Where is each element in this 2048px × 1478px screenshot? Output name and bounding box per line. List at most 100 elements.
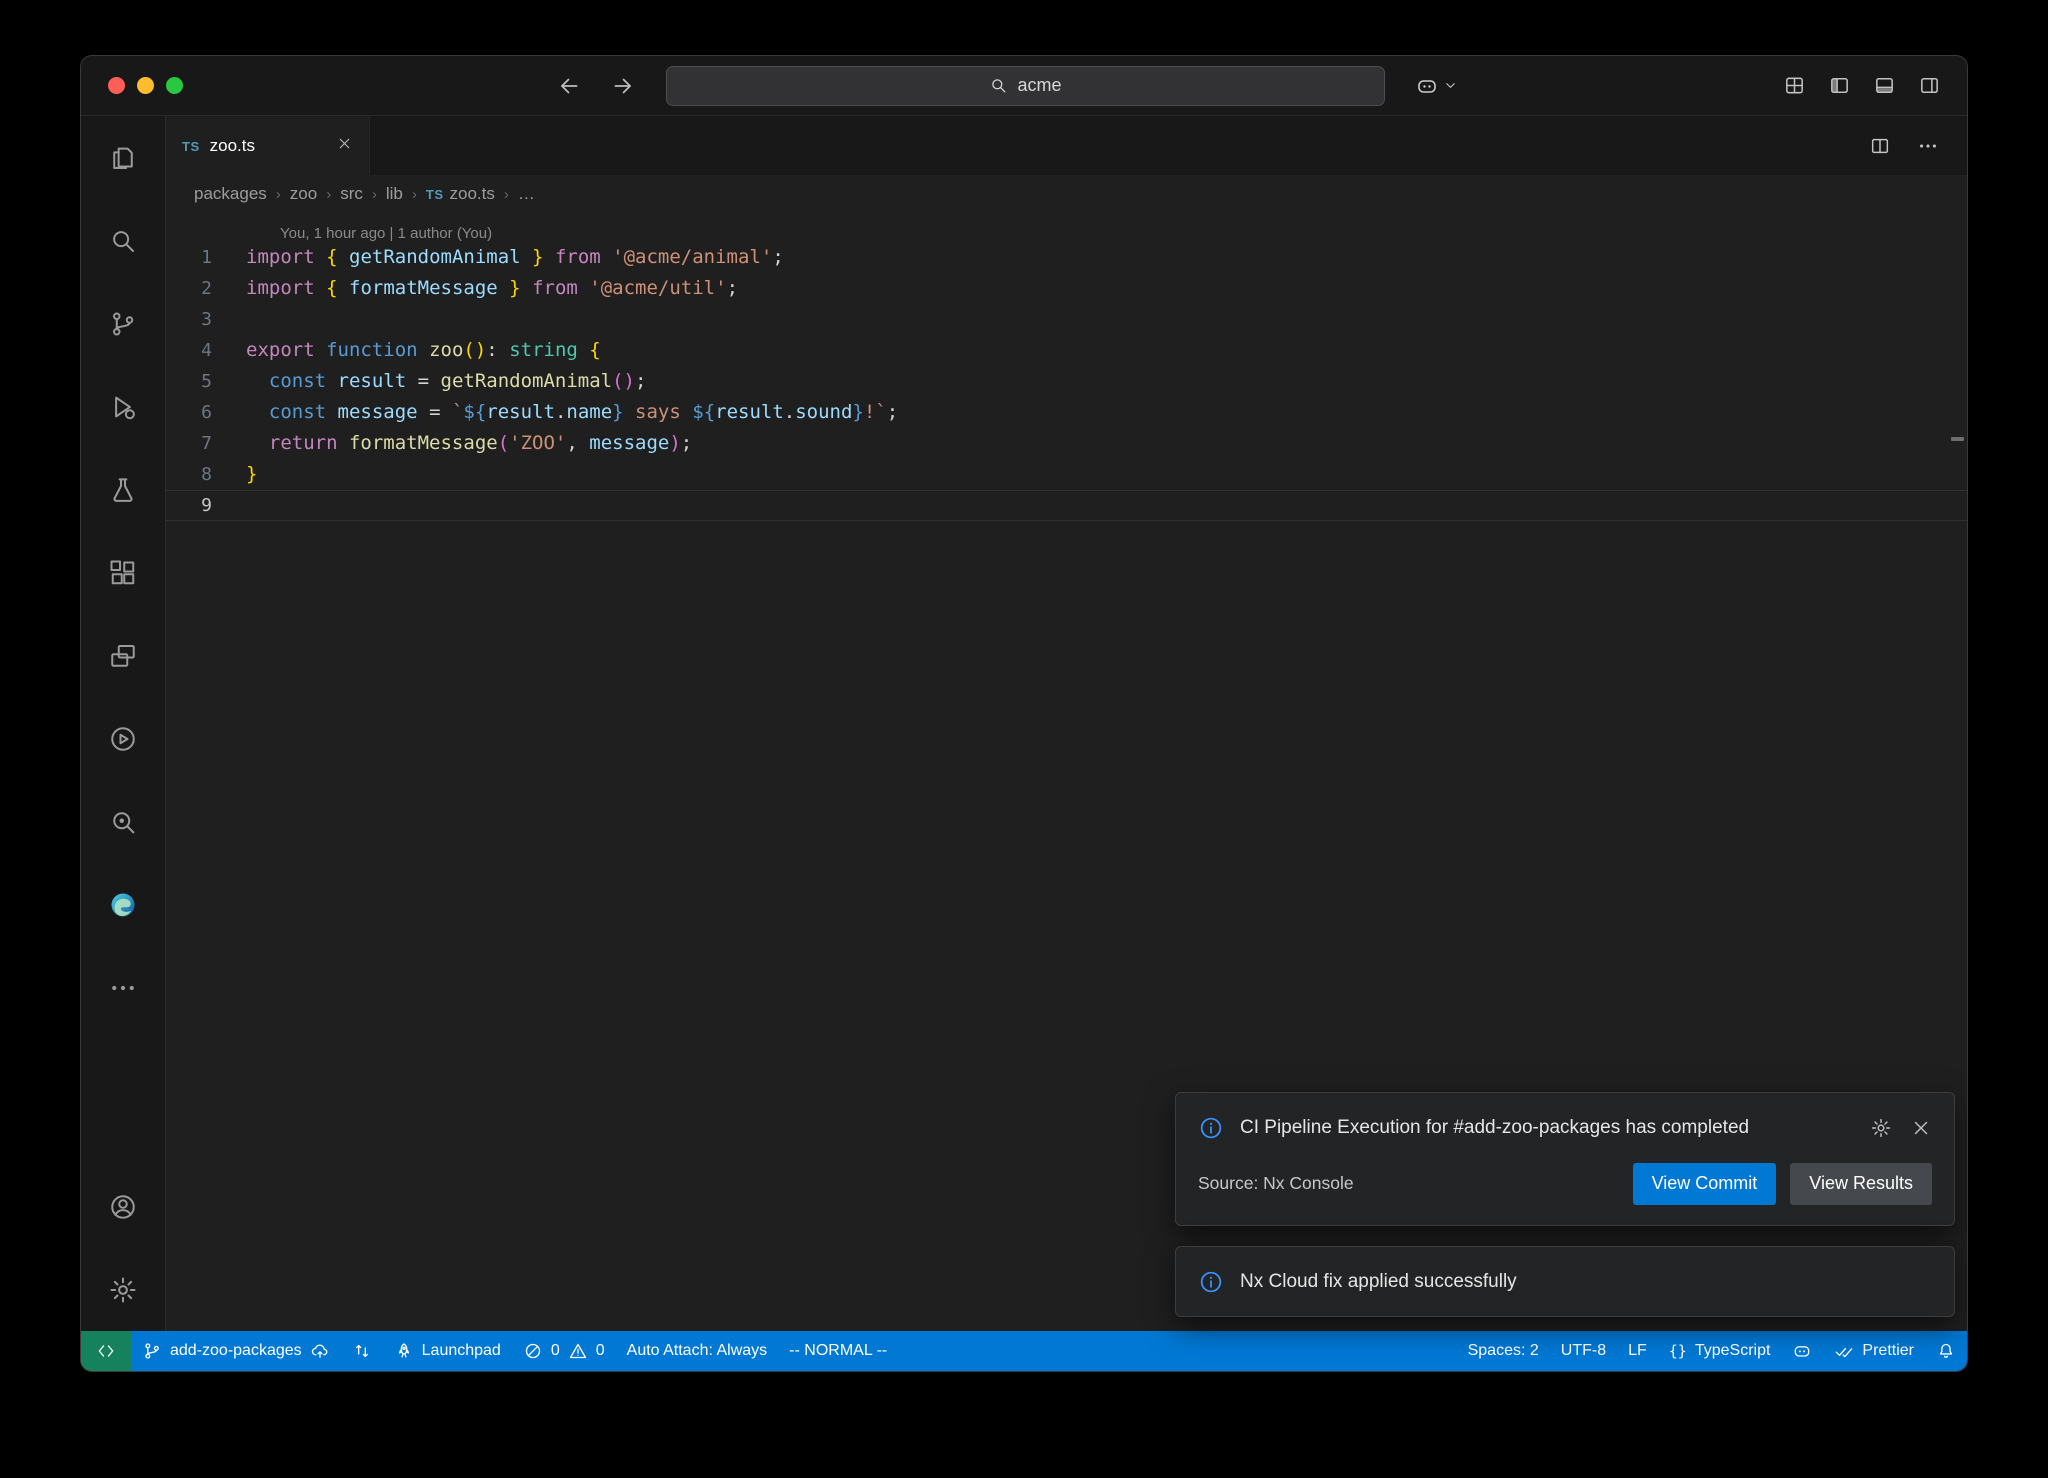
code-line-6[interactable]: 6 const message = `${result.name} says $…: [166, 397, 1967, 428]
notifications-bell-item[interactable]: [1925, 1331, 1967, 1371]
remote-indicator[interactable]: [81, 1331, 131, 1371]
git-actions-item[interactable]: [341, 1331, 383, 1371]
activity-extensions[interactable]: [81, 531, 166, 614]
activity-run-circle[interactable]: [81, 697, 166, 780]
activity-bar: [81, 116, 166, 1331]
bell-icon: [1936, 1341, 1956, 1361]
activity-source-control[interactable]: [81, 282, 166, 365]
launchpad-item[interactable]: Launchpad: [383, 1331, 512, 1371]
activity-edge-tools[interactable]: [81, 863, 166, 946]
code-text: return formatMessage('ZOO', message);: [246, 428, 692, 459]
activity-run-debug[interactable]: [81, 365, 166, 448]
breadcrumb-lib[interactable]: lib: [386, 184, 403, 204]
status-left: add-zoo-packages Launchpad 0 0 Auto Atta…: [81, 1331, 898, 1371]
language-label: TypeScript: [1695, 1342, 1771, 1360]
activity-inspect[interactable]: [81, 780, 166, 863]
copilot-status-item[interactable]: [1781, 1331, 1823, 1371]
breadcrumb-symbol[interactable]: …: [518, 184, 535, 204]
more-actions-button[interactable]: [1917, 135, 1939, 157]
line-number: 9: [166, 491, 246, 520]
toggle-secondary-sidebar-button[interactable]: [1918, 74, 1941, 97]
prettier-item[interactable]: Prettier: [1823, 1331, 1925, 1371]
account-button[interactable]: [81, 1165, 166, 1248]
split-editor-button[interactable]: [1869, 135, 1891, 157]
double-check-icon: [1834, 1341, 1854, 1361]
copilot-menu-button[interactable]: [1415, 74, 1458, 98]
code-line-4[interactable]: 4export function zoo(): string {: [166, 335, 1967, 366]
zoom-window-button[interactable]: [166, 77, 183, 94]
activity-explorer[interactable]: [81, 116, 166, 199]
code-text: import { formatMessage } from '@acme/uti…: [246, 273, 738, 304]
notification-nx-cloud: Nx Cloud fix applied successfully: [1175, 1246, 1955, 1317]
activity-more-views[interactable]: [81, 946, 166, 1029]
account-icon: [108, 1192, 138, 1222]
title-bar: acme: [81, 56, 1967, 116]
language-item[interactable]: {} TypeScript: [1658, 1331, 1782, 1371]
breadcrumb-file[interactable]: TS zoo.ts: [426, 184, 495, 204]
forward-button[interactable]: [610, 73, 636, 99]
notification-message: CI Pipeline Execution for #add-zoo-packa…: [1240, 1113, 1854, 1142]
eol-item[interactable]: LF: [1617, 1331, 1658, 1371]
settings-button[interactable]: [81, 1248, 166, 1331]
code-line-1[interactable]: 1import { getRandomAnimal } from '@acme/…: [166, 242, 1967, 273]
codelens-blame[interactable]: You, 1 hour ago | 1 author (You): [166, 212, 1967, 242]
cloud-upload-icon: [310, 1341, 330, 1361]
code-line-7[interactable]: 7 return formatMessage('ZOO', message);: [166, 428, 1967, 459]
line-number: 3: [166, 304, 246, 335]
error-count: 0: [551, 1342, 560, 1360]
encoding-item[interactable]: UTF-8: [1550, 1331, 1617, 1371]
toggle-panel-button[interactable]: [1873, 74, 1896, 97]
line-number: 1: [166, 242, 246, 273]
view-commit-button[interactable]: View Commit: [1633, 1163, 1777, 1205]
code-line-3[interactable]: 3: [166, 304, 1967, 335]
branch-item[interactable]: add-zoo-packages: [131, 1331, 341, 1371]
activity-windows[interactable]: [81, 614, 166, 697]
view-results-button[interactable]: View Results: [1790, 1163, 1932, 1205]
breadcrumb-src[interactable]: src: [340, 184, 363, 204]
activity-search[interactable]: [81, 199, 166, 282]
prettier-label: Prettier: [1862, 1342, 1914, 1360]
code-line-8[interactable]: 8}: [166, 459, 1967, 490]
ellipsis-icon: [108, 973, 138, 1003]
line-number: 4: [166, 335, 246, 366]
source-control-icon: [108, 309, 138, 339]
notification-message: Nx Cloud fix applied successfully: [1240, 1267, 1916, 1296]
minimize-window-button[interactable]: [137, 77, 154, 94]
tab-zoo-ts[interactable]: TS zoo.ts: [166, 116, 370, 176]
notification-source: Source: Nx Console: [1198, 1173, 1354, 1194]
notification-settings-gear-icon[interactable]: [1870, 1117, 1892, 1139]
git-branch-icon: [142, 1341, 162, 1361]
copilot-icon: [1792, 1341, 1812, 1361]
tab-bar-empty-space: [370, 116, 1859, 176]
line-number: 2: [166, 273, 246, 304]
indentation-item[interactable]: Spaces: 2: [1457, 1331, 1550, 1371]
layout-controls: [1783, 74, 1967, 97]
auto-attach-item[interactable]: Auto Attach: Always: [616, 1331, 779, 1371]
code-text: const result = getRandomAnimal();: [246, 366, 646, 397]
code-line-5[interactable]: 5 const result = getRandomAnimal();: [166, 366, 1967, 397]
typescript-file-icon: TS: [182, 139, 200, 154]
info-icon: [1198, 1269, 1224, 1295]
back-button[interactable]: [556, 73, 582, 99]
code-text: import { getRandomAnimal } from '@acme/a…: [246, 242, 784, 273]
activity-testing[interactable]: [81, 448, 166, 531]
breadcrumb-zoo[interactable]: zoo: [290, 184, 317, 204]
scrollbar-marker[interactable]: [1951, 437, 1964, 441]
error-circle-icon: [523, 1341, 543, 1361]
toggle-primary-sidebar-button[interactable]: [1828, 74, 1851, 97]
tab-close-button[interactable]: [336, 135, 353, 157]
code-line-9[interactable]: 9: [166, 490, 1967, 521]
line-number: 8: [166, 459, 246, 490]
close-window-button[interactable]: [108, 77, 125, 94]
problems-item[interactable]: 0 0: [512, 1331, 616, 1371]
close-icon: [336, 135, 353, 152]
launchpad-label: Launchpad: [422, 1342, 501, 1360]
info-icon: [1198, 1115, 1224, 1141]
notification-close-icon[interactable]: [1910, 1117, 1932, 1139]
search-query-text: acme: [1017, 75, 1061, 96]
command-center-search[interactable]: acme: [666, 66, 1385, 106]
chevron-right-icon: ›: [326, 186, 331, 203]
customize-layout-button[interactable]: [1783, 74, 1806, 97]
code-line-2[interactable]: 2import { formatMessage } from '@acme/ut…: [166, 273, 1967, 304]
breadcrumb-packages[interactable]: packages: [194, 184, 267, 204]
